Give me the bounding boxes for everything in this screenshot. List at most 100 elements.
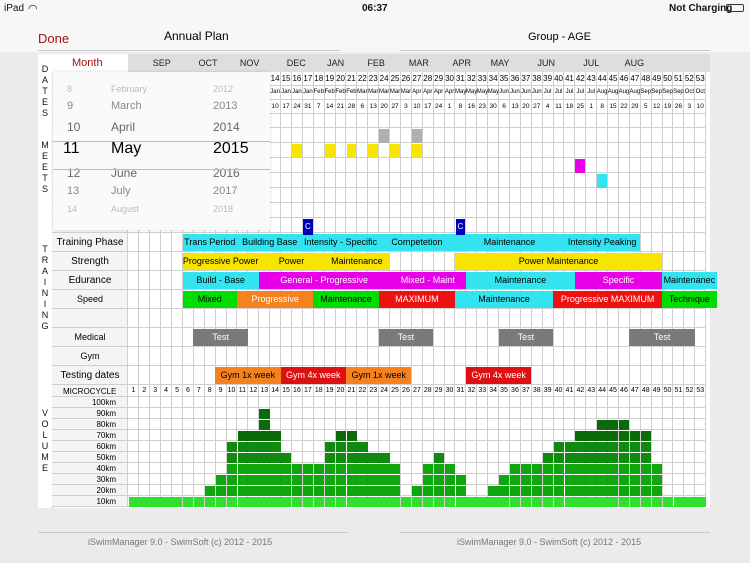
championship-marker[interactable]: C	[302, 218, 313, 235]
volume-bar-cell[interactable]	[510, 474, 521, 485]
volume-bar-cell[interactable]	[226, 441, 237, 452]
volume-bar-cell[interactable]	[292, 474, 303, 485]
month-header-label[interactable]: AUG	[625, 58, 645, 68]
volume-bar-cell[interactable]	[629, 474, 641, 485]
training-bar[interactable]: Gym 1x week	[346, 367, 412, 384]
month-header-label[interactable]: SEP	[153, 58, 171, 68]
training-bar[interactable]: Mixed	[182, 291, 237, 308]
volume-bar-cell[interactable]	[520, 474, 532, 485]
volume-bar-cell[interactable]	[422, 496, 434, 507]
volume-bar-cell[interactable]	[248, 496, 259, 507]
volume-bar-cell[interactable]	[324, 474, 336, 485]
volume-bar-cell[interactable]	[357, 452, 368, 463]
picker-row[interactable]: 9 March 2013	[53, 100, 270, 120]
volume-bar-cell[interactable]	[608, 452, 619, 463]
volume-bar-cell[interactable]	[510, 463, 521, 474]
volume-bar-cell[interactable]	[259, 496, 270, 507]
volume-bar-cell[interactable]	[608, 474, 619, 485]
volume-bar-cell[interactable]	[586, 474, 597, 485]
training-bar[interactable]: Test	[498, 329, 554, 346]
training-bar[interactable]: Maintenance	[465, 272, 575, 289]
volume-bar-cell[interactable]	[237, 474, 248, 485]
volume-bar-cell[interactable]	[215, 474, 227, 485]
volume-bar-cell[interactable]	[237, 452, 248, 463]
volume-bar-cell[interactable]	[215, 485, 227, 496]
picker-row[interactable]: 11 May 2015	[53, 140, 270, 160]
volume-bar-cell[interactable]	[564, 441, 575, 452]
training-bar[interactable]: Gym 4x week	[280, 367, 346, 384]
training-bar[interactable]: Mixed - Maint	[389, 272, 466, 289]
volume-bar-cell[interactable]	[335, 474, 346, 485]
volume-bar-cell[interactable]	[335, 441, 346, 452]
volume-bar-cell[interactable]	[608, 419, 619, 430]
volume-bar-cell[interactable]	[608, 496, 619, 507]
picker-day[interactable]: 8	[67, 84, 72, 94]
volume-bar-cell[interactable]	[553, 474, 564, 485]
volume-bar-cell[interactable]	[619, 441, 630, 452]
volume-bar-cell[interactable]	[248, 485, 259, 496]
volume-bar-cell[interactable]	[390, 474, 401, 485]
picker-row[interactable]: 13 July 2017	[53, 185, 270, 205]
volume-bar-cell[interactable]	[335, 430, 346, 441]
volume-bar-cell[interactable]	[564, 463, 575, 474]
volume-bar-cell[interactable]	[640, 474, 652, 485]
volume-bar-cell[interactable]	[150, 496, 161, 507]
volume-bar-cell[interactable]	[292, 485, 303, 496]
picker-month[interactable]: April	[111, 120, 135, 134]
volume-bar-cell[interactable]	[248, 452, 259, 463]
volume-bar-cell[interactable]	[335, 452, 346, 463]
volume-bar-cell[interactable]	[553, 452, 564, 463]
training-bar[interactable]: MAXIMUM	[378, 291, 455, 308]
training-bar[interactable]: Specific	[574, 272, 663, 289]
date-picker[interactable]: 8 February 2012 9 March 2013 10 April 2014 11 May 2…	[53, 72, 270, 230]
meet-marker[interactable]	[292, 143, 302, 158]
volume-bar-cell[interactable]	[259, 463, 270, 474]
picker-month[interactable]: May	[111, 140, 141, 158]
training-bar[interactable]: Maintenance	[455, 234, 564, 251]
volume-bar-cell[interactable]	[270, 441, 281, 452]
volume-bar-cell[interactable]	[226, 474, 237, 485]
picker-day[interactable]: 9	[67, 100, 73, 112]
volume-bar-cell[interactable]	[346, 452, 357, 463]
volume-bar-cell[interactable]	[270, 496, 281, 507]
volume-bar-cell[interactable]	[433, 485, 445, 496]
volume-bar-cell[interactable]	[597, 452, 608, 463]
volume-bar-cell[interactable]	[313, 485, 325, 496]
training-bar[interactable]: Trans Period	[182, 234, 237, 251]
volume-bar-cell[interactable]	[346, 463, 357, 474]
volume-bar-cell[interactable]	[313, 463, 325, 474]
volume-bar-cell[interactable]	[335, 485, 346, 496]
volume-bar-cell[interactable]	[629, 441, 641, 452]
volume-bar-cell[interactable]	[259, 419, 270, 430]
volume-bar-cell[interactable]	[172, 496, 183, 507]
picker-month[interactable]: March	[111, 100, 142, 112]
volume-bar-cell[interactable]	[542, 452, 554, 463]
volume-bar-cell[interactable]	[270, 430, 281, 441]
training-bar[interactable]: General - Progressive	[258, 272, 390, 289]
volume-bar-cell[interactable]	[422, 474, 434, 485]
volume-bar-cell[interactable]	[346, 474, 357, 485]
volume-bar-cell[interactable]	[324, 441, 336, 452]
volume-bar-cell[interactable]	[640, 441, 652, 452]
month-header-label[interactable]: NOV	[240, 58, 260, 68]
volume-bar-cell[interactable]	[259, 408, 270, 419]
volume-bar-cell[interactable]	[324, 463, 336, 474]
meet-marker[interactable]	[575, 158, 586, 173]
meet-marker[interactable]	[411, 143, 422, 158]
volume-bar-cell[interactable]	[270, 474, 281, 485]
volume-bar-cell[interactable]	[629, 430, 641, 441]
volume-bar-cell[interactable]	[204, 485, 216, 496]
volume-bar-cell[interactable]	[357, 441, 368, 452]
volume-bar-cell[interactable]	[455, 496, 466, 507]
meet-marker[interactable]	[379, 128, 390, 143]
volume-bar-cell[interactable]	[379, 452, 390, 463]
picker-month[interactable]: February	[111, 84, 147, 94]
picker-year[interactable]: 2018	[213, 204, 233, 214]
volume-bar-cell[interactable]	[390, 496, 401, 507]
volume-bar-cell[interactable]	[270, 485, 281, 496]
picker-row[interactable]: 14 August 2018	[53, 204, 270, 224]
volume-bar-cell[interactable]	[313, 474, 325, 485]
volume-bar-cell[interactable]	[564, 485, 575, 496]
volume-bar-cell[interactable]	[139, 496, 150, 507]
volume-bar-cell[interactable]	[564, 452, 575, 463]
